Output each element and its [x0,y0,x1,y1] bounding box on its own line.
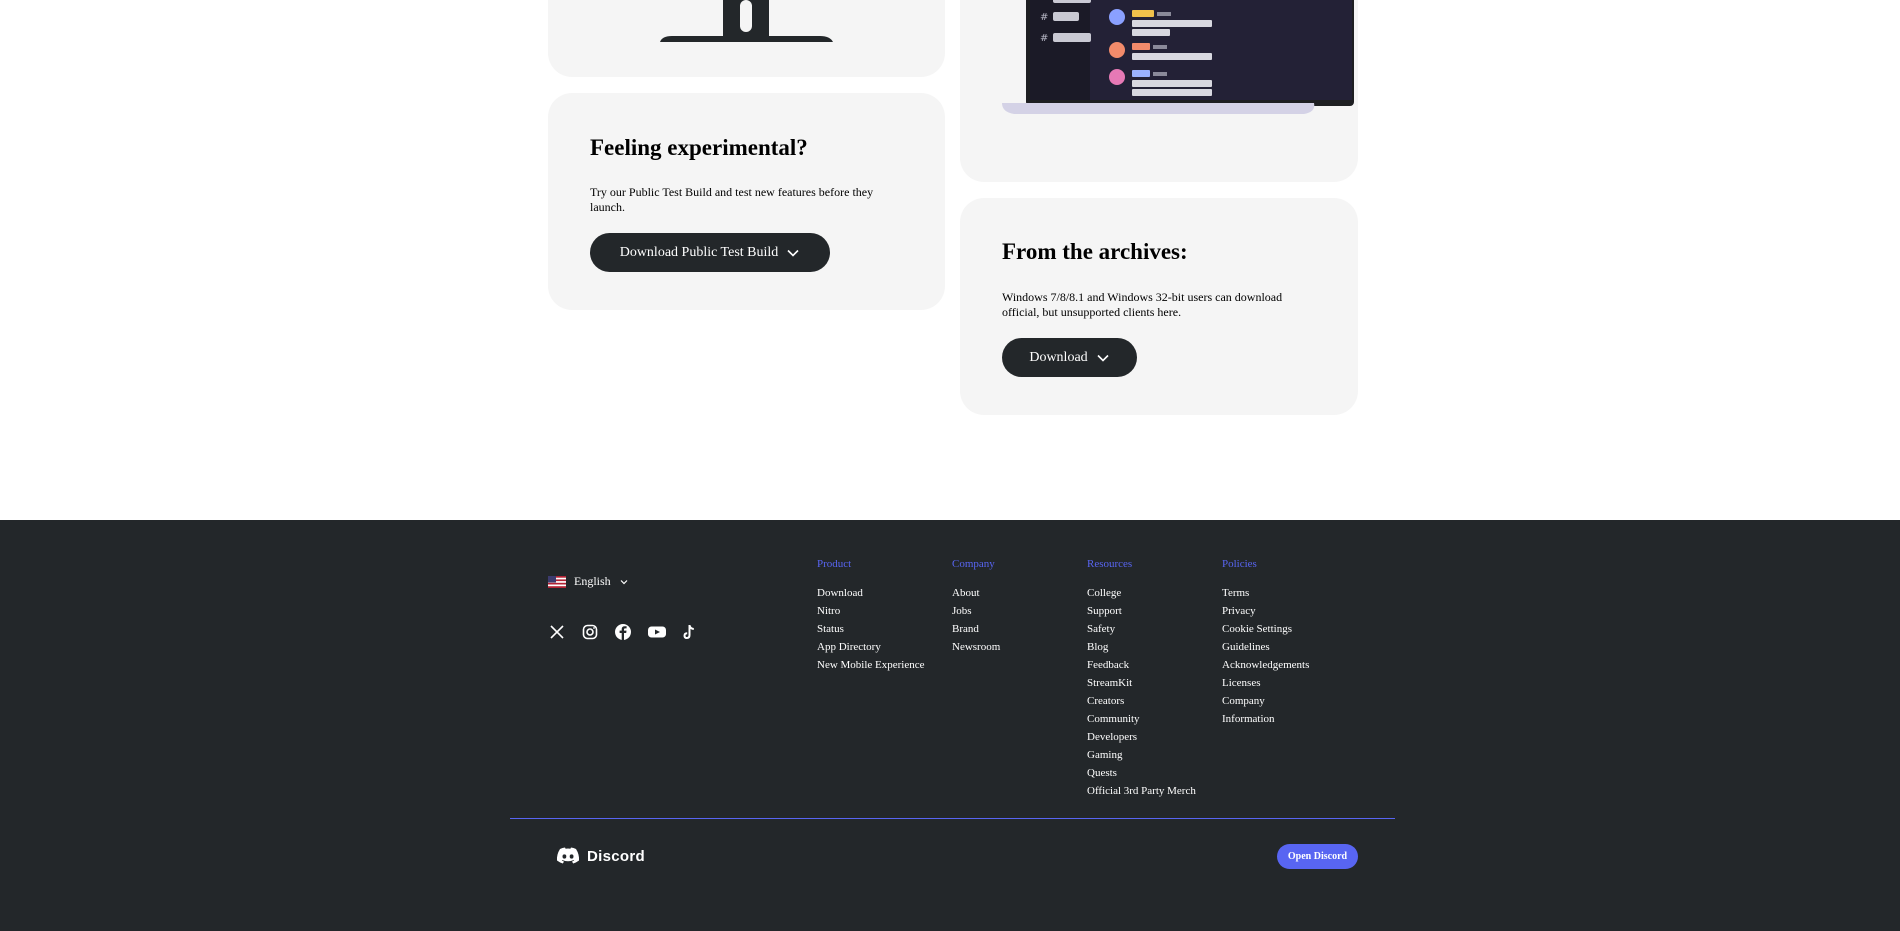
youtube-icon[interactable] [647,623,666,641]
download-public-test-build-button[interactable]: Download Public Test Build [590,233,830,272]
footer-link[interactable]: StreamKit [1087,674,1196,692]
svg-text:#: # [1040,12,1048,23]
footer-link[interactable]: Feedback [1087,656,1196,674]
desktop-card [548,0,945,77]
footer-link[interactable]: Company [1222,692,1309,710]
social-links [548,623,698,641]
archives-card: From the archives: Windows 7/8/8.1 and W… [960,198,1358,415]
footer-link[interactable]: Cookie Settings [1222,620,1309,638]
discord-clyde-icon [556,847,580,864]
download-archive-label: Download [1029,349,1088,365]
footer-link[interactable]: App Directory [817,638,925,656]
instagram-icon[interactable] [581,623,599,641]
experimental-title: Feeling experimental? [590,135,808,160]
chevron-down-icon [787,249,799,257]
footer-link[interactable]: About [952,584,1000,602]
footer-link[interactable]: Quests [1087,764,1196,782]
footer-link[interactable]: Jobs [952,602,1000,620]
footer-link[interactable]: Gaming [1087,746,1196,764]
archives-description: Windows 7/8/8.1 and Windows 32-bit users… [1002,290,1283,319]
discord-logo[interactable]: Discord [556,847,645,865]
footer-column-resources: Resources College Support Safety Blog Fe… [1087,558,1196,800]
language-selector[interactable]: English [548,574,629,589]
experimental-description: Try our Public Test Build and test new f… [590,185,874,214]
download-archive-button[interactable]: Download [1002,338,1137,377]
footer-link[interactable]: Community [1087,710,1196,728]
footer-link[interactable]: Blog [1087,638,1196,656]
column-heading: Policies [1222,558,1257,570]
footer-link[interactable]: Nitro [817,602,925,620]
column-heading: Resources [1087,558,1133,570]
laptop-illustration: # # [1002,0,1354,114]
chevron-down-icon [620,579,628,584]
footer-link[interactable]: Support [1087,602,1196,620]
footer-link[interactable]: Newsroom [952,638,1000,656]
svg-text:#: # [1040,33,1048,44]
download-ptb-label: Download Public Test Build [619,244,779,260]
chevron-down-icon [1097,354,1109,362]
monitor-stand-illustration [660,0,833,42]
language-label: English [574,574,611,588]
column-heading: Company [952,558,995,570]
footer-link[interactable]: College [1087,584,1196,602]
archives-title: From the archives: [1002,239,1188,264]
footer-link[interactable]: Safety [1087,620,1196,638]
x-icon[interactable] [548,623,566,641]
footer-link[interactable]: Guidelines [1222,638,1309,656]
footer-link[interactable]: Privacy [1222,602,1309,620]
footer-column-policies: Policies Terms Privacy Cookie Settings G… [1222,558,1309,728]
public-test-build-card: Feeling experimental? Try our Public Tes… [548,93,945,310]
footer-link[interactable]: Acknowledgements [1222,656,1309,674]
footer-divider [510,818,1395,819]
footer-link[interactable]: Official 3rd Party Merch [1087,782,1196,800]
us-flag-icon [548,575,566,588]
footer-link[interactable]: Information [1222,710,1309,728]
facebook-icon[interactable] [614,623,632,641]
footer-column-company: Company About Jobs Brand Newsroom [952,558,1000,656]
footer-link[interactable]: Terms [1222,584,1309,602]
open-discord-button[interactable]: Open Discord [1277,844,1358,869]
footer-link[interactable]: Status [817,620,925,638]
column-heading: Product [817,558,852,570]
footer-link[interactable]: New Mobile Experience [817,656,925,674]
discord-wordmark: Discord [587,847,645,865]
footer-link[interactable]: Creators [1087,692,1196,710]
footer-column-product: Product Download Nitro Status App Direct… [817,558,925,674]
tiktok-icon[interactable] [680,623,698,641]
site-footer: English Product Download Nitro Status Ap… [0,520,1900,931]
footer-link[interactable]: Licenses [1222,674,1309,692]
laptop-card: # # [960,0,1358,182]
footer-link[interactable]: Brand [952,620,1000,638]
footer-link[interactable]: Developers [1087,728,1196,746]
footer-link[interactable]: Download [817,584,925,602]
